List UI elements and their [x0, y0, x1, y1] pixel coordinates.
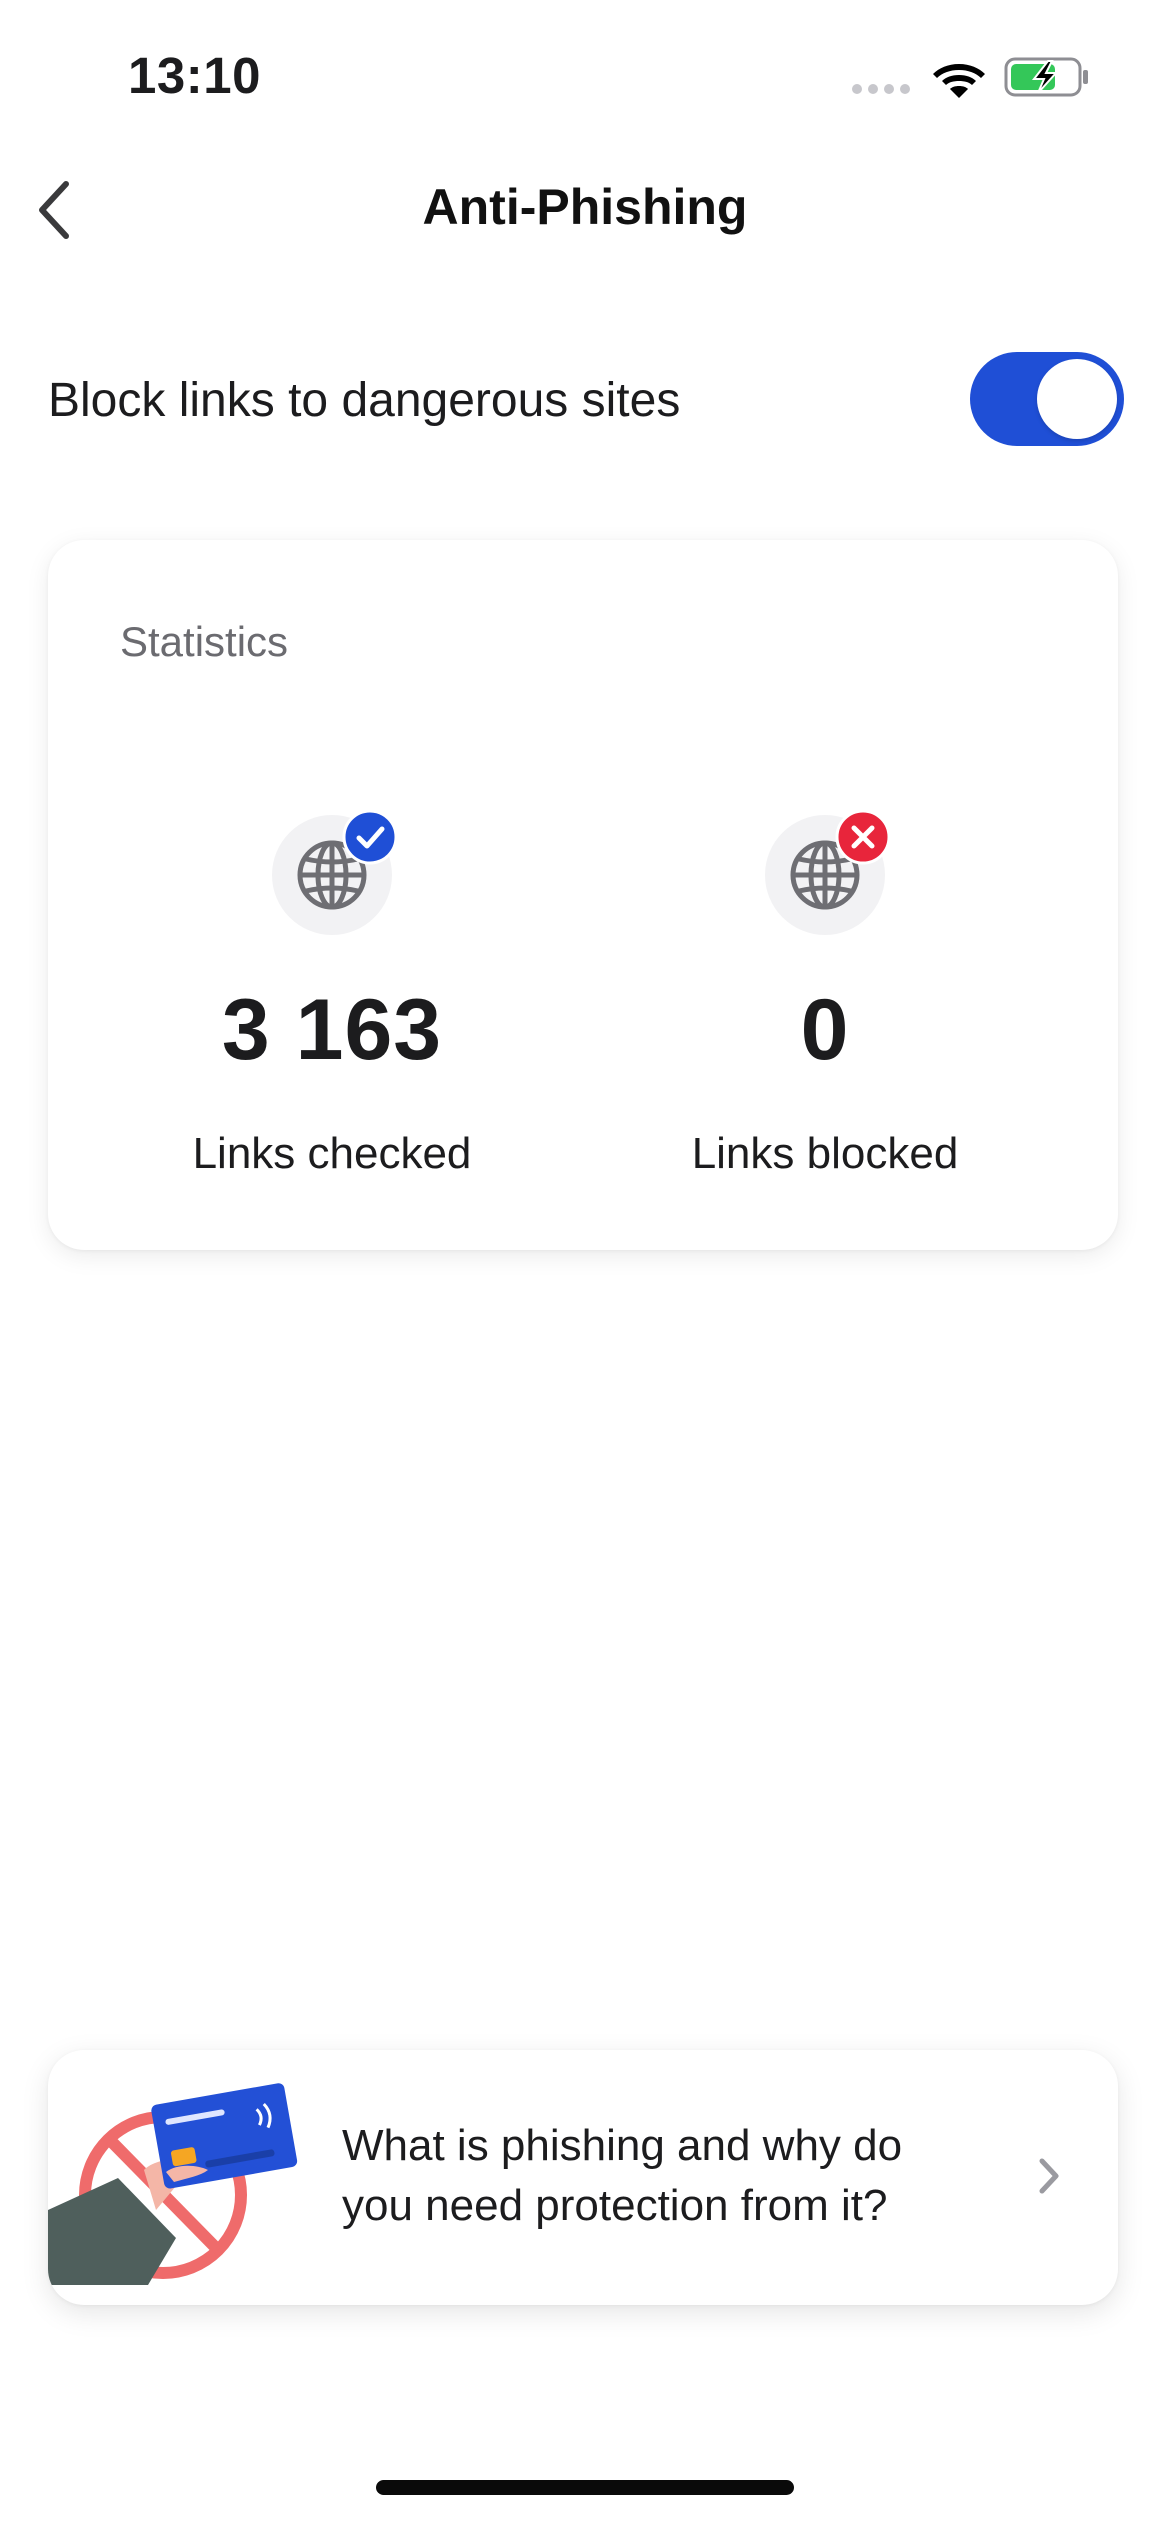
status-time: 13:10 [128, 47, 261, 104]
links-checked-label: Links checked [192, 1129, 472, 1178]
battery-charging-icon [1004, 57, 1088, 97]
cellular-signal-icon [852, 84, 910, 94]
wifi-icon [933, 64, 985, 98]
block-links-setting-row: Block links to dangerous sites [48, 345, 1124, 455]
links-checked-stat: 3 163 Links checked [82, 809, 582, 1179]
phishing-card-illustration [48, 2083, 298, 2285]
block-links-toggle[interactable] [970, 352, 1124, 446]
statistics-card: Statistics 3 163 Links checked 0 Links b… [48, 540, 1118, 1250]
block-links-label: Block links to dangerous sites [48, 374, 681, 427]
chevron-right-icon [1039, 2158, 1059, 2194]
status-bar: 13:10 [0, 0, 1170, 150]
toggle-knob [1037, 359, 1117, 439]
links-checked-value: 3 163 [221, 982, 443, 1078]
home-indicator[interactable] [376, 2480, 794, 2495]
navigation-bar: Anti-Phishing [0, 150, 1170, 270]
phishing-info-card[interactable]: What is phishing and why do you need pro… [48, 2050, 1118, 2305]
statistics-heading: Statistics [120, 618, 289, 665]
x-badge-icon [835, 809, 891, 865]
anti-phishing-screen: 13:10 Anti-Phishing Block links to dange… [0, 0, 1170, 2532]
page-title: Anti-Phishing [422, 179, 748, 235]
links-blocked-stat: 0 Links blocked [575, 809, 1075, 1179]
globe-x-icon-wrap [765, 809, 891, 935]
globe-check-icon-wrap [272, 809, 398, 935]
phishing-info-text: What is phishing and why do you need pro… [342, 2121, 903, 2230]
links-blocked-value: 0 [800, 982, 850, 1078]
check-badge-icon [342, 809, 398, 865]
links-blocked-label: Links blocked [691, 1129, 959, 1178]
